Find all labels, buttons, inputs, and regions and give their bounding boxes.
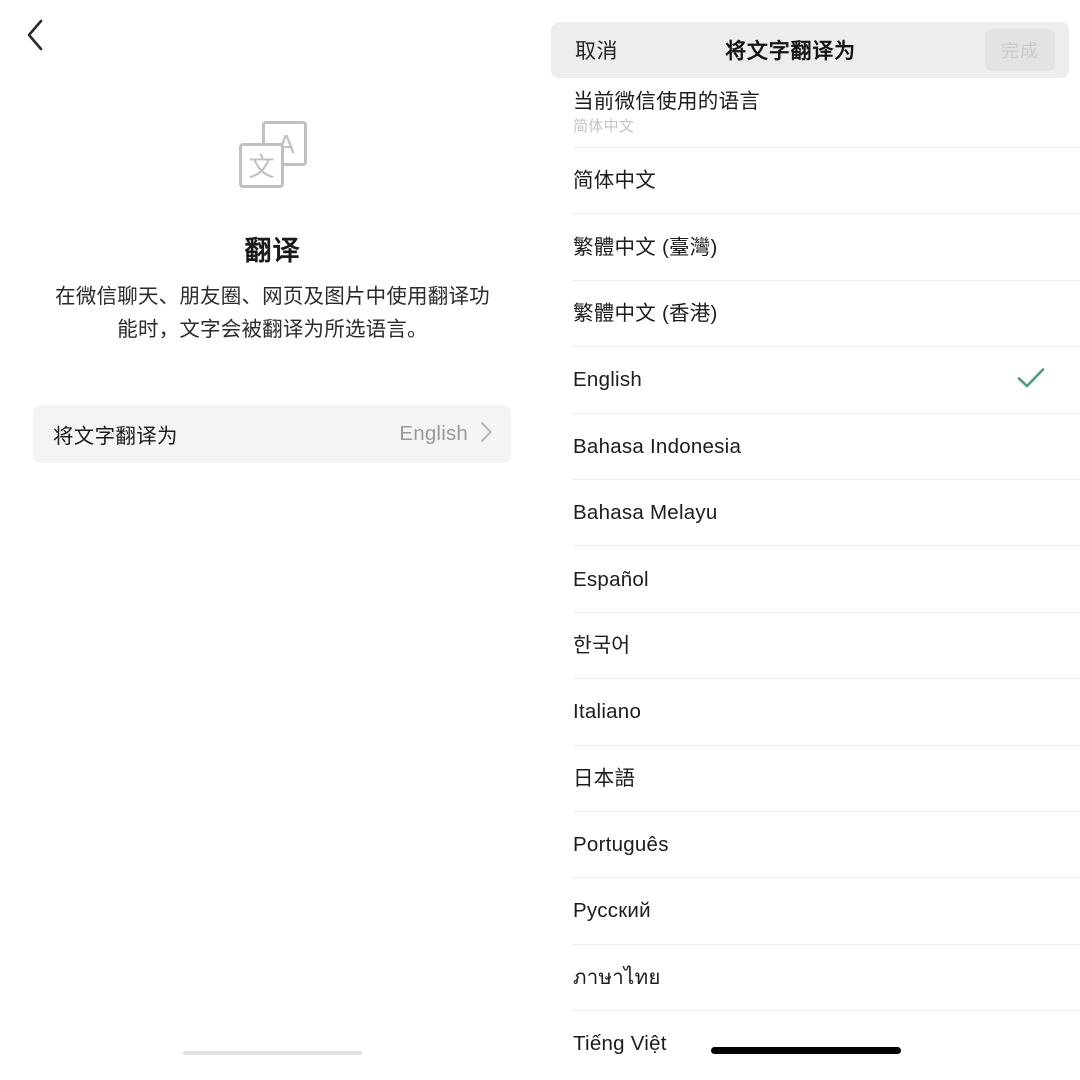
done-button[interactable]: 完成 — [985, 29, 1055, 71]
language-row[interactable]: English — [545, 347, 1080, 414]
back-button[interactable] — [24, 13, 68, 57]
language-row[interactable]: Русский — [545, 878, 1080, 946]
page-title: 翻译 — [244, 236, 301, 266]
sheet-title: 将文字翻译为 — [725, 40, 856, 63]
chevron-right-icon — [480, 421, 493, 448]
translate-settings-screen: A 文 翻译 在微信聊天、朋友圈、网页及图片中使用翻译功能时，文字会被翻译为所选… — [0, 0, 545, 1080]
current-language-row: 当前微信使用的语言 简体中文 — [545, 78, 1080, 148]
language-row[interactable]: 한국어 — [545, 612, 1080, 680]
translate-target-value: English — [399, 422, 468, 445]
language-label: Русский — [573, 899, 651, 923]
language-label: 한국어 — [573, 633, 631, 657]
feature-description: 在微信聊天、朋友圈、网页及图片中使用翻译功能时，文字会被翻译为所选语言。 — [55, 285, 490, 341]
sheet-header: 取消 将文字翻译为 完成 — [551, 22, 1069, 78]
language-rows-container: 简体中文繁體中文 (臺灣) 繁體中文 (香港) English Bahasa Indo… — [545, 148, 1080, 1078]
current-language-title: 当前微信使用的语言 — [573, 90, 761, 113]
svg-text:文: 文 — [248, 153, 274, 183]
language-row[interactable]: Italiano — [545, 679, 1080, 746]
language-label: Português — [573, 833, 669, 857]
check-icon — [1016, 366, 1046, 395]
language-row[interactable]: Tiếng Việt — [545, 1011, 1080, 1078]
translate-target-label: 将文字翻译为 — [53, 425, 178, 448]
language-label: Bahasa Melayu — [573, 501, 718, 525]
language-label: 繁體中文 (香港) — [573, 301, 718, 325]
language-row[interactable]: Bahasa Indonesia — [545, 413, 1080, 481]
language-label: ภาษาไทย — [573, 965, 661, 989]
language-row[interactable]: Português — [545, 811, 1080, 879]
language-row[interactable]: 繁體中文 (香港) — [545, 280, 1080, 348]
language-label: 繁體中文 (臺灣) — [573, 235, 718, 259]
home-indicator — [183, 1051, 362, 1055]
translate-icon: A 文 — [0, 114, 545, 196]
language-picker-sheet: 取消 将文字翻译为 完成 当前微信使用的语言 简体中文 简体中文繁體中文 (臺灣… — [545, 0, 1080, 1080]
language-label: Tiếng Việt — [573, 1032, 667, 1056]
current-language-subtitle: 简体中文 — [573, 118, 635, 135]
language-row[interactable]: 简体中文 — [545, 148, 1080, 215]
language-label: Bahasa Indonesia — [573, 434, 742, 458]
language-label: 简体中文 — [573, 169, 656, 193]
language-label: 日本語 — [573, 766, 636, 790]
dual-screen-container: A 文 翻译 在微信聊天、朋友圈、网页及图片中使用翻译功能时，文字会被翻译为所选… — [0, 0, 1080, 1080]
language-label: English — [573, 368, 642, 392]
language-row[interactable]: Español — [545, 546, 1080, 614]
language-row[interactable]: Bahasa Melayu — [545, 479, 1080, 547]
chevron-left-icon — [24, 18, 46, 52]
language-label: Italiano — [573, 700, 642, 724]
language-label: Español — [573, 567, 649, 591]
language-row[interactable]: ภาษาไทย — [545, 944, 1080, 1012]
translate-target-row[interactable]: 将文字翻译为 English — [33, 405, 511, 463]
home-indicator — [711, 1047, 901, 1054]
language-list: 当前微信使用的语言 简体中文 简体中文繁體中文 (臺灣) 繁體中文 (香港) Eng… — [545, 78, 1080, 1080]
language-row[interactable]: 繁體中文 (臺灣) — [545, 214, 1080, 282]
language-row[interactable]: 日本語 — [545, 745, 1080, 813]
